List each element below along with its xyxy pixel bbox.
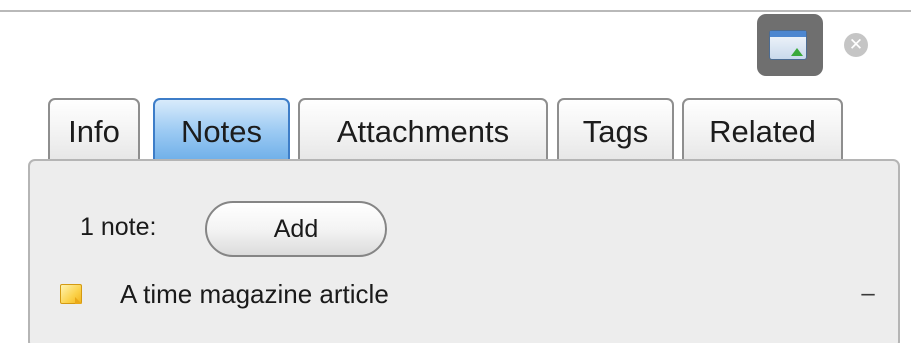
notes-count-label: 1 note: bbox=[80, 213, 157, 241]
upload-arrow-icon bbox=[791, 48, 803, 56]
tab-info[interactable]: Info bbox=[48, 98, 140, 162]
window-upload-button[interactable] bbox=[757, 14, 823, 76]
window-upload-icon bbox=[769, 30, 807, 60]
tab-tags[interactable]: Tags bbox=[557, 98, 674, 162]
notes-panel bbox=[28, 159, 900, 343]
tab-attachments[interactable]: Attachments bbox=[298, 98, 548, 162]
remove-note-button[interactable]: – bbox=[860, 276, 876, 312]
item-pane: ✕ Info Notes Attachments Tags Related 1 … bbox=[0, 0, 911, 343]
add-note-button[interactable]: Add bbox=[205, 201, 387, 257]
tab-notes[interactable]: Notes bbox=[153, 98, 290, 162]
note-icon bbox=[60, 284, 82, 304]
close-icon[interactable]: ✕ bbox=[844, 33, 868, 57]
tab-related[interactable]: Related bbox=[682, 98, 843, 162]
note-title[interactable]: A time magazine article bbox=[120, 276, 389, 312]
top-divider bbox=[0, 10, 911, 12]
note-list-item[interactable]: A time magazine article – bbox=[60, 276, 890, 312]
